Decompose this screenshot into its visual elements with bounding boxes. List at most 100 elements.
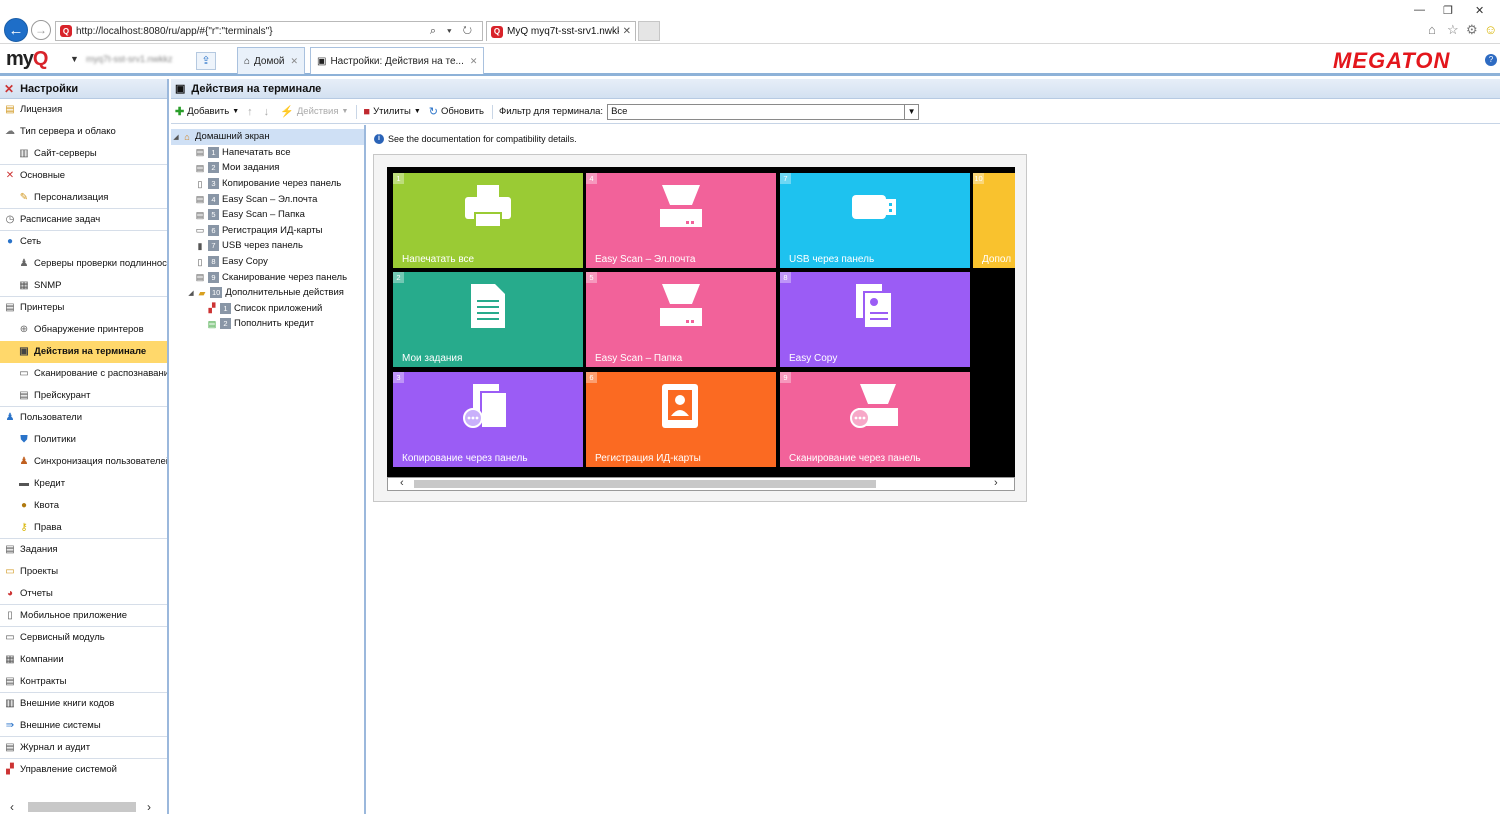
- add-button[interactable]: ✚ Добавить ▼: [175, 105, 239, 118]
- sidebar-item[interactable]: ▭ Сервисный модуль: [0, 627, 167, 649]
- sidebar-item[interactable]: ✎ Персонализация: [0, 187, 167, 209]
- scroll-right-icon[interactable]: ›: [994, 477, 998, 489]
- tree-root[interactable]: ◢ ⌂ Домашний экран: [171, 129, 364, 145]
- sidebar-item[interactable]: ● Квота: [0, 495, 167, 517]
- tree-item[interactable]: ▯ 8 Easy Copy: [171, 254, 364, 270]
- address-bar[interactable]: Q http://localhost:8080/ru/app/#{"r":"te…: [55, 21, 483, 41]
- sidebar-item[interactable]: ▣ Действия на терминале: [0, 341, 167, 363]
- browser-tab[interactable]: Q MyQ myq7t-sst-srv1.nwkkz ... ✕: [486, 21, 636, 41]
- scroll-left-icon[interactable]: ‹: [10, 800, 14, 814]
- back-button[interactable]: ←: [4, 18, 28, 42]
- smiley-icon[interactable]: ☺: [1484, 22, 1497, 37]
- tree-item[interactable]: ▤ 2 Мои задания: [171, 160, 364, 176]
- sidebar-item[interactable]: ▤ Задания: [0, 539, 167, 561]
- tree-item[interactable]: ▤ 9 Сканирование через панель: [171, 269, 364, 285]
- close-icon[interactable]: ✕: [291, 56, 299, 67]
- tree-item[interactable]: ▤ 5 Easy Scan – Папка: [171, 207, 364, 223]
- forward-button[interactable]: →: [31, 20, 51, 40]
- collapse-triangle-icon[interactable]: ◢: [186, 289, 196, 297]
- upload-button[interactable]: ⇪: [196, 52, 216, 70]
- sidebar-item[interactable]: ☁ Тип сервера и облако: [0, 121, 167, 143]
- scroll-thumb[interactable]: [414, 480, 876, 488]
- tree-item[interactable]: ▭ 6 Регистрация ИД-карты: [171, 223, 364, 239]
- sidebar-item[interactable]: ▦ Компании: [0, 649, 167, 671]
- move-down-button[interactable]: ↓: [264, 106, 273, 118]
- sidebar-item[interactable]: ⚷ Права: [0, 517, 167, 539]
- chevron-down-icon[interactable]: ▼: [904, 104, 918, 119]
- new-tab-button[interactable]: [638, 21, 660, 41]
- sidebar-item-label: Контракты: [20, 676, 67, 687]
- favorites-star-icon[interactable]: ☆: [1447, 22, 1459, 38]
- sidebar-item[interactable]: ▤ Контракты: [0, 671, 167, 693]
- sidebar-item[interactable]: ♟ Серверы проверки подлинности: [0, 253, 167, 275]
- tree-item[interactable]: ◢ ▰ 10 Дополнительные действия: [171, 285, 364, 301]
- terminal-tile[interactable]: 7 USB через панель: [780, 173, 970, 268]
- terminal-tile[interactable]: 9 Сканирование через панель: [780, 372, 970, 467]
- sidebar-item[interactable]: ▥ Внешние книги кодов: [0, 693, 167, 715]
- sidebar-item[interactable]: ▤ Принтеры: [0, 297, 167, 319]
- refresh-button[interactable]: ↻ Обновить: [429, 105, 484, 118]
- terminal-tile[interactable]: 8 Easy Copy: [780, 272, 970, 367]
- terminal-tile[interactable]: 4 Easy Scan – Эл.почта: [586, 173, 776, 268]
- sidebar-item[interactable]: ▤ Журнал и аудит: [0, 737, 167, 759]
- tab-settings[interactable]: ▣ Настройки: Действия на те... ✕: [310, 47, 485, 74]
- terminal-tile[interactable]: 3 Копирование через панель: [393, 372, 583, 467]
- sidebar-item[interactable]: ⇛ Внешние системы: [0, 715, 167, 737]
- scroll-right-icon[interactable]: ›: [147, 800, 151, 814]
- terminal-tile[interactable]: 10 Допол: [973, 173, 1015, 268]
- sidebar-item[interactable]: ♟ Синхронизация пользователей: [0, 451, 167, 473]
- sidebar-item[interactable]: ⊕ Обнаружение принтеров: [0, 319, 167, 341]
- collapse-triangle-icon[interactable]: ◢: [171, 133, 181, 141]
- search-refresh-icons[interactable]: ⌕ ▾ ↻: [430, 25, 482, 38]
- sidebar-item[interactable]: ✕ Основные: [0, 165, 167, 187]
- minimize-icon[interactable]: —: [1414, 4, 1425, 16]
- scroll-left-icon[interactable]: ‹: [400, 477, 404, 489]
- terminal-tile[interactable]: 2 Мои задания: [393, 272, 583, 367]
- actions-button[interactable]: ⚡ Действия ▼: [280, 105, 348, 118]
- sidebar-item[interactable]: ▤ Лицензия: [0, 99, 167, 121]
- position-badge: 2: [208, 162, 219, 174]
- sidebar-item[interactable]: ⛊ Политики: [0, 429, 167, 451]
- tree-item[interactable]: ▮ 7 USB через панель: [171, 238, 364, 254]
- scroll-thumb[interactable]: [28, 802, 136, 812]
- tile-label: Easy Scan – Эл.почта: [595, 254, 696, 265]
- sidebar-item[interactable]: ● Сеть: [0, 231, 167, 253]
- move-up-button[interactable]: ↑: [247, 106, 256, 118]
- terminal-tile[interactable]: 1 Напечатать все: [393, 173, 583, 268]
- terminal-tile[interactable]: 5 Easy Scan – Папка: [586, 272, 776, 367]
- restore-icon[interactable]: ❐: [1443, 4, 1453, 17]
- close-icon[interactable]: ✕: [470, 56, 478, 67]
- sidebar-item[interactable]: ▭ Проекты: [0, 561, 167, 583]
- sidebar-item[interactable]: ▭ Сканирование с распознаванием: [0, 363, 167, 385]
- position-badge: 6: [208, 224, 219, 236]
- sidebar-item[interactable]: ▞ Управление системой: [0, 759, 167, 781]
- tree-item[interactable]: ▯ 3 Копирование через панель: [171, 176, 364, 192]
- sidebar-item[interactable]: ▯ Мобильное приложение: [0, 605, 167, 627]
- sidebar-item[interactable]: ▦ SNMP: [0, 275, 167, 297]
- sidebar-item[interactable]: ▥ Сайт-серверы: [0, 143, 167, 165]
- close-tab-icon[interactable]: ✕: [619, 26, 635, 37]
- sidebar-scrollbar[interactable]: ‹ ›: [0, 800, 167, 814]
- terminal-tile[interactable]: 6 Регистрация ИД-карты: [586, 372, 776, 467]
- chevron-down-icon[interactable]: ▼: [70, 54, 79, 64]
- sidebar-item[interactable]: ◷ Расписание задач: [0, 209, 167, 231]
- clock-icon: ◷: [5, 213, 15, 225]
- sidebar-item[interactable]: ▤ Прейскурант: [0, 385, 167, 407]
- settings-gear-icon[interactable]: ⚙: [1466, 22, 1478, 38]
- tree-item[interactable]: ▤ 1 Напечатать все: [171, 145, 364, 161]
- myq-logo[interactable]: myQ: [6, 48, 48, 71]
- utilities-button[interactable]: ■ Утилиты ▼: [363, 106, 420, 118]
- preview-scrollbar[interactable]: ‹ ›: [387, 477, 1015, 491]
- sidebar-item[interactable]: ♟ Пользователи: [0, 407, 167, 429]
- tree-item[interactable]: ▤ 2 Пополнить кредит: [171, 316, 364, 332]
- sidebar-item[interactable]: ◕ Отчеты: [0, 583, 167, 605]
- tab-home[interactable]: ⌂ Домой ✕: [237, 47, 306, 74]
- sidebar-item[interactable]: ▬ Кредит: [0, 473, 167, 495]
- tree-item[interactable]: ▞ 1 Список приложений: [171, 301, 364, 317]
- tree-item[interactable]: ▤ 4 Easy Scan – Эл.почта: [171, 191, 364, 207]
- terminal-filter-select[interactable]: Все ▼: [607, 103, 920, 120]
- home-icon[interactable]: ⌂: [1428, 22, 1436, 37]
- tree-root-label: Домашний экран: [195, 131, 270, 143]
- help-icon[interactable]: ?: [1485, 54, 1497, 66]
- close-window-icon[interactable]: ✕: [1475, 4, 1484, 17]
